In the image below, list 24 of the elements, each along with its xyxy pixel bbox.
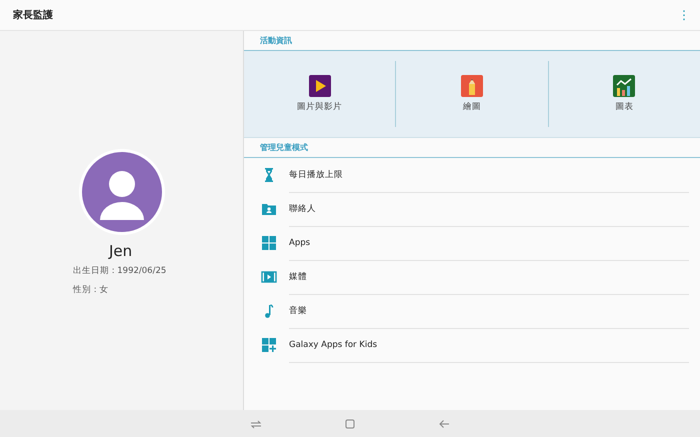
pencil-icon (460, 75, 483, 97)
chart-icon (613, 75, 636, 97)
child-name: Jen (109, 242, 134, 260)
recent-apps-icon[interactable] (250, 418, 262, 430)
grid-icon (261, 235, 277, 251)
home-icon[interactable] (344, 418, 356, 430)
contact-folder-icon (261, 201, 277, 217)
activity-button[interactable]: 圖片與影片 (297, 75, 342, 113)
gender-text: 性別 : 女 (73, 284, 110, 296)
activity-button[interactable]: 圖表 (613, 75, 636, 113)
avatar-icon (78, 148, 166, 236)
settings-item[interactable]: 媒體 (289, 260, 689, 294)
settings-item[interactable]: 音樂 (289, 294, 689, 328)
back-icon[interactable] (438, 418, 450, 430)
play-icon (308, 75, 331, 97)
settings-item[interactable]: Apps (289, 226, 689, 260)
app-title: 家長監護 (13, 8, 53, 22)
settings-item[interactable]: 聯絡人 (289, 192, 689, 226)
grid-plus-icon (261, 337, 277, 353)
settings-item[interactable]: 每日播放上限 (289, 158, 689, 192)
settings-item[interactable]: Galaxy Apps for Kids (289, 328, 689, 362)
birthday-text: 出生日期 : 1992/06/25 (73, 265, 168, 277)
film-icon (261, 269, 277, 285)
activity-button[interactable]: 繪圖 (460, 75, 483, 113)
